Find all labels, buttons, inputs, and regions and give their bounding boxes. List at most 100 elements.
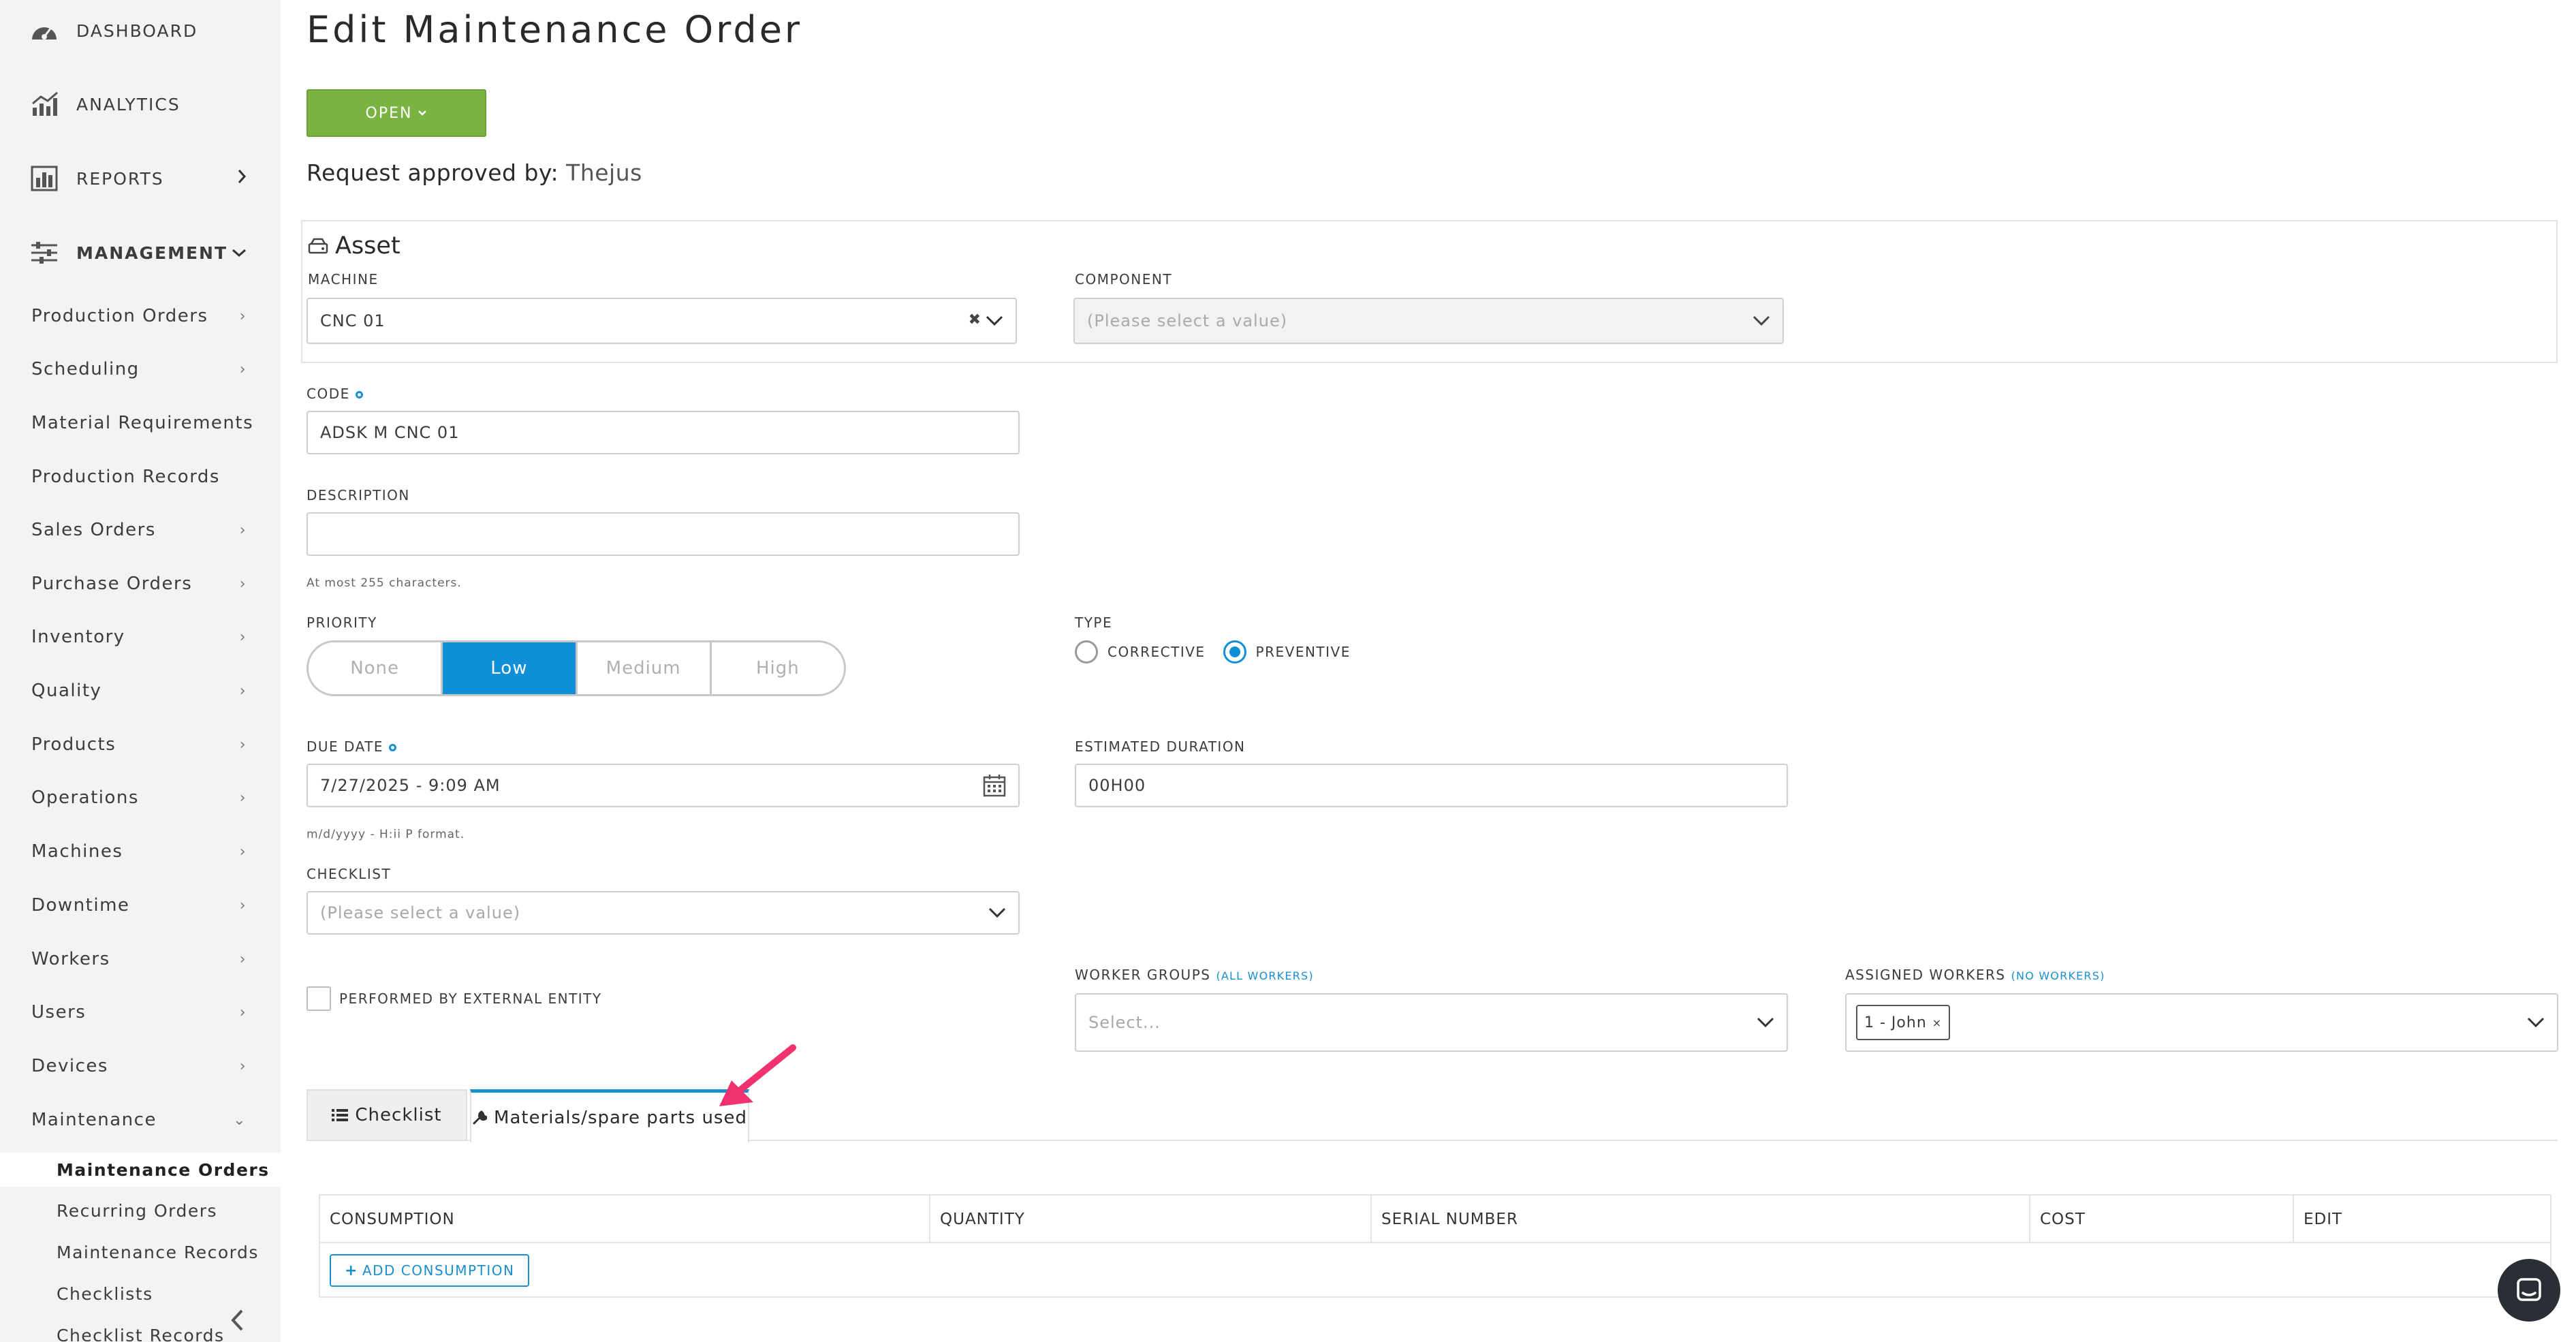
sidebar-item-maintenance-orders[interactable]: Maintenance Orders	[0, 1153, 281, 1187]
annotation-arrow-icon	[719, 1044, 796, 1106]
due-date-input[interactable]: 7/27/2025 - 9:09 AM	[307, 764, 1020, 807]
sidebar-item-analytics[interactable]: ANALYTICS	[0, 89, 281, 120]
priority-option-none[interactable]: None	[309, 642, 443, 694]
component-select[interactable]: (Please select a value)	[1073, 298, 1784, 344]
duration-value: 00H00	[1088, 776, 1146, 795]
asset-heading: Asset	[308, 232, 400, 260]
clear-icon[interactable]: ✖	[969, 311, 981, 328]
wrench-icon	[473, 1110, 488, 1124]
sidebar-item-label: Machines	[31, 841, 123, 862]
sidebar-item-maintenance-records[interactable]: Maintenance Records	[0, 1237, 281, 1267]
sidebar-item-recurring-orders[interactable]: Recurring Orders	[0, 1196, 281, 1226]
radio-label: PREVENTIVE	[1255, 644, 1351, 660]
sidebar-item-maintenance[interactable]: Maintenance ⌄	[0, 1105, 281, 1135]
add-consumption-label: ADD CONSUMPTION	[362, 1262, 515, 1279]
type-radio-preventive[interactable]: PREVENTIVE	[1223, 640, 1351, 664]
checklist-select[interactable]: (Please select a value)	[307, 891, 1020, 935]
tab-label: Checklist	[355, 1105, 442, 1125]
sidebar-item-label: REPORTS	[76, 168, 164, 189]
no-workers-link[interactable]: (NO WORKERS)	[2011, 969, 2105, 982]
type-label: TYPE	[1075, 614, 1113, 631]
description-input[interactable]	[307, 512, 1020, 556]
sidebar-item-label: Operations	[31, 787, 139, 808]
code-input[interactable]: ADSK M CNC 01	[307, 411, 1020, 454]
code-value: ADSK M CNC 01	[320, 423, 460, 442]
sidebar-item-label: Checklists	[57, 1283, 153, 1304]
sidebar-item-sales-orders[interactable]: Sales Orders ›	[0, 515, 281, 545]
dashboard-gauge-icon	[29, 16, 60, 45]
sidebar-item-scheduling[interactable]: Scheduling ›	[0, 354, 281, 384]
sidebar-item-management[interactable]: MANAGEMENT	[0, 237, 281, 268]
sidebar-item-dashboard[interactable]: DASHBOARD	[0, 15, 281, 46]
sidebar-item-machines[interactable]: Machines ›	[0, 837, 281, 867]
chevron-right-icon: ›	[239, 1057, 247, 1075]
external-entity-field: PERFORMED BY EXTERNAL ENTITY	[307, 986, 602, 1011]
radio-circle	[1223, 640, 1246, 664]
all-workers-link[interactable]: (ALL WORKERS)	[1216, 969, 1313, 982]
duration-input[interactable]: 00H00	[1075, 764, 1788, 807]
chevron-down-icon	[232, 245, 247, 262]
sidebar-item-downtime[interactable]: Downtime ›	[0, 890, 281, 920]
calendar-icon[interactable]	[983, 774, 1006, 797]
assigned-workers-select[interactable]: 1 - John ×	[1845, 993, 2558, 1052]
remove-tag-icon[interactable]: ×	[1932, 1016, 1942, 1029]
sidebar-item-label: Checklist Records	[57, 1325, 225, 1342]
plus-icon: +	[345, 1262, 358, 1279]
required-indicator-icon	[389, 744, 397, 751]
sidebar-item-label: Quality	[31, 681, 102, 701]
table-header-row: CONSUMPTION QUANTITY SERIAL NUMBER COST …	[320, 1196, 2550, 1243]
type-radio-corrective[interactable]: CORRECTIVE	[1075, 640, 1206, 664]
sidebar-item-checklists[interactable]: Checklists	[0, 1279, 281, 1309]
sidebar-item-label: Material Requirements	[31, 413, 254, 433]
sidebar-item-workers[interactable]: Workers ›	[0, 944, 281, 974]
sidebar-item-products[interactable]: Products ›	[0, 730, 281, 760]
sidebar-item-inventory[interactable]: Inventory ›	[0, 622, 281, 652]
priority-option-medium[interactable]: Medium	[578, 642, 712, 694]
sidebar-item-label: Products	[31, 734, 116, 755]
sidebar-item-reports[interactable]: REPORTS	[0, 163, 281, 194]
worker-groups-select[interactable]: Select...	[1075, 993, 1788, 1052]
collapse-sidebar-icon[interactable]	[223, 1307, 251, 1334]
tab-checklist[interactable]: Checklist	[307, 1089, 467, 1141]
sidebar-item-production-records[interactable]: Production Records	[0, 462, 281, 492]
chevron-down-icon	[988, 907, 1006, 918]
sidebar-item-label: ANALYTICS	[76, 94, 180, 114]
external-entity-label: PERFORMED BY EXTERNAL ENTITY	[339, 990, 602, 1007]
external-entity-checkbox[interactable]	[307, 986, 331, 1011]
sidebar-item-production-orders[interactable]: Production Orders ›	[0, 301, 281, 331]
column-header-serial-number: SERIAL NUMBER	[1372, 1196, 2030, 1243]
chat-icon	[2517, 1278, 2541, 1301]
code-label: CODE	[307, 386, 363, 402]
priority-option-low[interactable]: Low	[443, 642, 578, 694]
status-dropdown-button[interactable]: OPEN	[307, 89, 486, 137]
chevron-right-icon: ›	[239, 736, 247, 753]
chevron-right-icon: ›	[239, 896, 247, 914]
sidebar-item-quality[interactable]: Quality ›	[0, 676, 281, 706]
sidebar-item-operations[interactable]: Operations ›	[0, 783, 281, 813]
sidebar-item-label: Maintenance Orders	[57, 1159, 270, 1180]
approver-name: Thejus	[566, 159, 642, 186]
column-header-edit: EDIT	[2304, 1211, 2343, 1228]
asset-section: Asset MACHINE CNC 01 ✖ COMPONENT (Please…	[301, 220, 2558, 363]
sidebar-item-devices[interactable]: Devices ›	[0, 1051, 281, 1081]
machine-select[interactable]: CNC 01 ✖	[307, 298, 1017, 344]
chevron-right-icon: ›	[239, 843, 247, 860]
chevron-right-icon: ›	[239, 1003, 247, 1021]
chevron-right-icon: ›	[239, 789, 247, 807]
sidebar-item-purchase-orders[interactable]: Purchase Orders ›	[0, 569, 281, 599]
worker-groups-label-text: WORKER GROUPS	[1075, 967, 1211, 983]
assigned-workers-label-text: ASSIGNED WORKERS	[1845, 967, 2006, 983]
sidebar-item-material-requirements[interactable]: Material Requirements	[0, 408, 281, 438]
chevron-right-icon: ›	[239, 950, 247, 968]
management-sliders-icon	[29, 238, 60, 267]
tab-materials-spare-parts[interactable]: Materials/spare parts used	[470, 1089, 749, 1142]
required-indicator-icon	[355, 391, 363, 399]
chat-widget-button[interactable]	[2498, 1259, 2560, 1322]
sidebar-item-label: Workers	[31, 949, 110, 969]
add-consumption-button[interactable]: + ADD CONSUMPTION	[330, 1254, 530, 1287]
type-radio-group: CORRECTIVE PREVENTIVE	[1075, 640, 1351, 664]
sidebar-item-label: Maintenance Records	[57, 1242, 259, 1262]
priority-option-high[interactable]: High	[712, 642, 844, 694]
assigned-workers-label: ASSIGNED WORKERS (NO WORKERS)	[1845, 967, 2105, 983]
sidebar-item-users[interactable]: Users ›	[0, 997, 281, 1027]
